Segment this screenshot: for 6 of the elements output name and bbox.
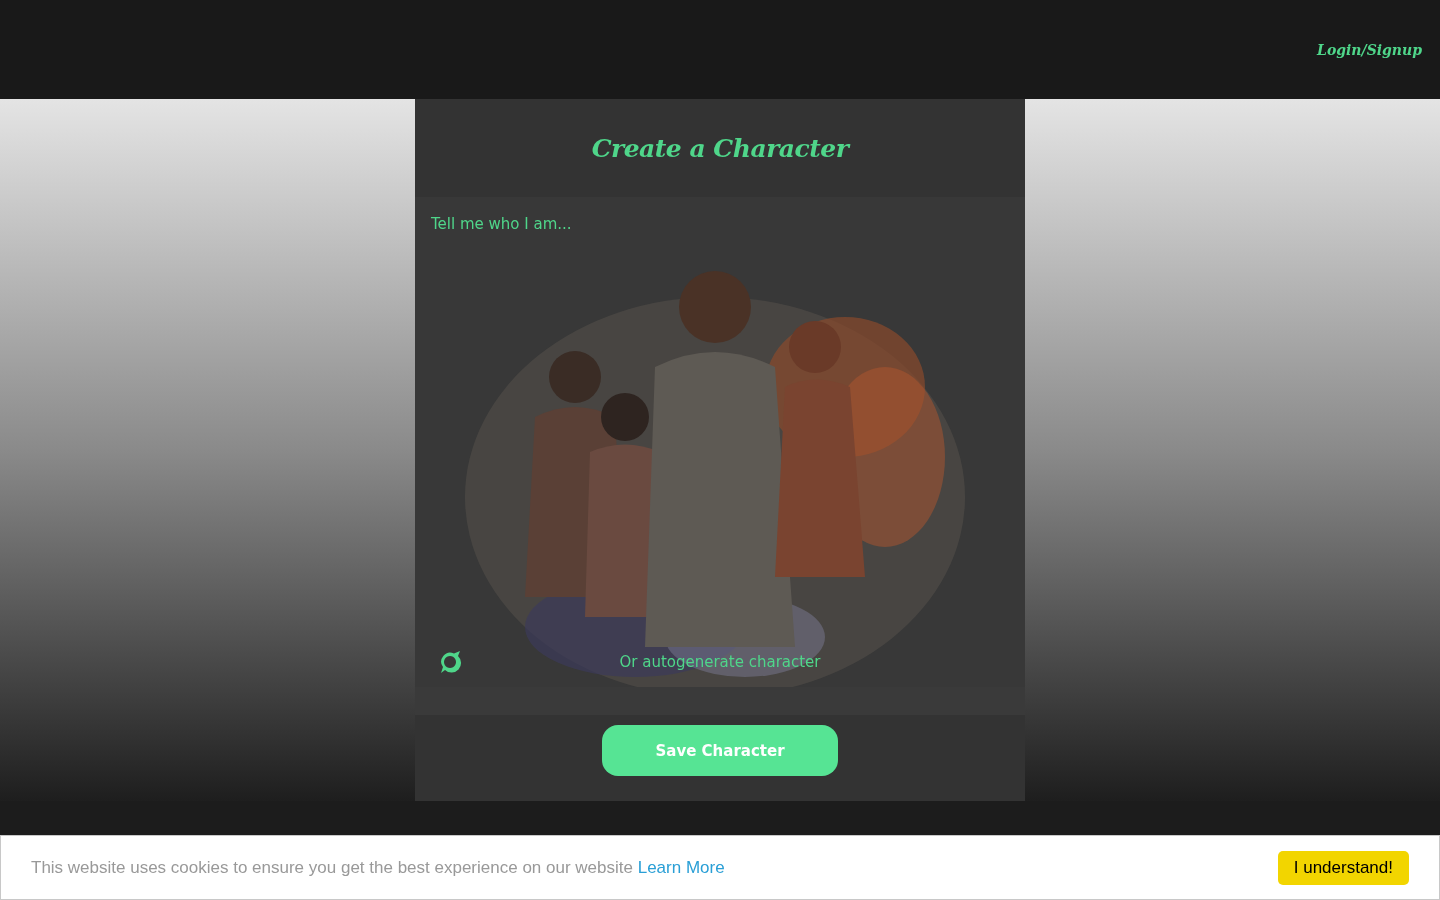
cookie-message: This website uses cookies to ensure you get the best experience on our website Learn More (31, 857, 725, 878)
page-title: Create a Character (591, 133, 849, 163)
autogenerate-label: Or autogenerate character (618, 653, 822, 671)
description-field[interactable]: Tell me who I am... (427, 211, 905, 299)
accept-cookies-button[interactable]: I understand! (1277, 850, 1409, 885)
login-signup-link[interactable]: Login/Signup (1317, 41, 1422, 58)
